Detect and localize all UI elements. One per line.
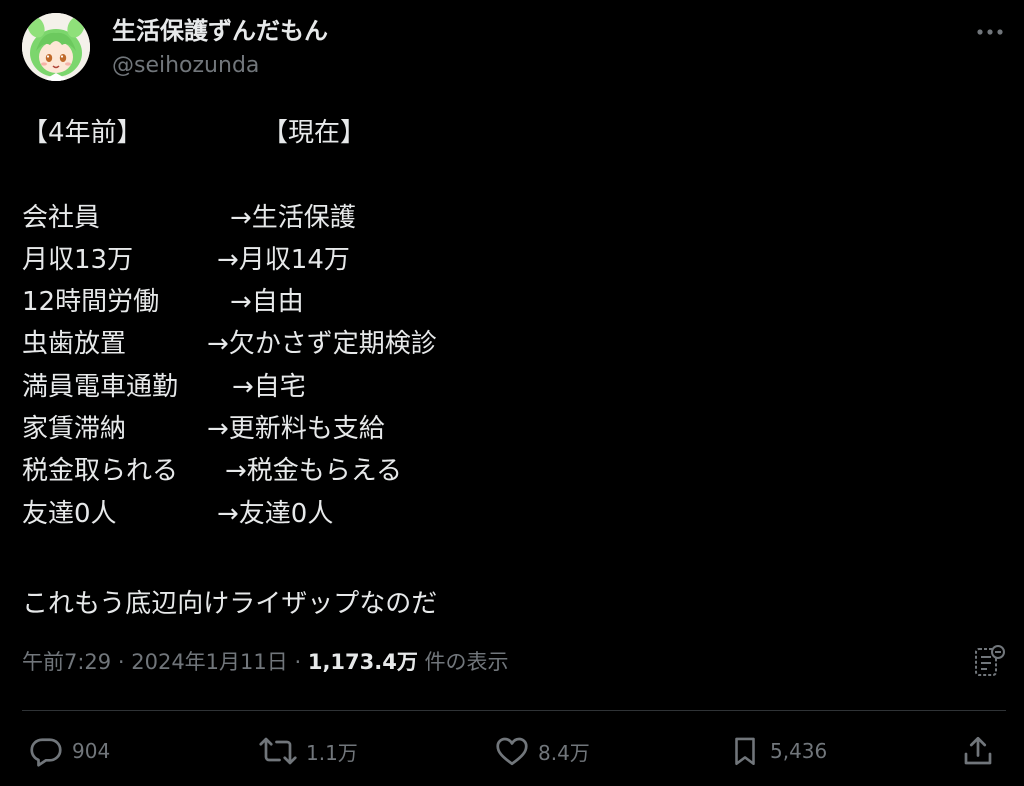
- repost-button[interactable]: 1.1万: [258, 728, 358, 774]
- row-after: →月収14万: [217, 244, 350, 275]
- views-count: 1,173.4万: [307, 650, 418, 674]
- repost-count: 1.1万: [306, 740, 358, 765]
- compare-row: 会社員 →生活保護: [22, 197, 982, 239]
- reply-button[interactable]: 904: [28, 728, 110, 774]
- analytics-icon: [975, 645, 1005, 676]
- header-after: 【現在】: [262, 118, 367, 148]
- compare-row: 虫歯放置 →欠かさず定期検診: [22, 323, 982, 365]
- analytics-button[interactable]: [971, 643, 1007, 679]
- reply-count: 904: [72, 739, 111, 763]
- bookmark-count: 5,436: [770, 739, 828, 763]
- author-handle[interactable]: @seihozunda: [112, 52, 259, 80]
- header-before: 【4年前】: [22, 118, 143, 148]
- row-after: →友達0人: [217, 498, 334, 529]
- row-before: 家賃滞納: [22, 414, 127, 445]
- like-button[interactable]: 8.4万: [494, 728, 590, 774]
- closing-line: これもう底辺向けライザップなのだ: [22, 583, 982, 625]
- row-before: 虫歯放置: [22, 329, 127, 360]
- meta-separator: ·: [117, 650, 125, 674]
- meta-separator: ·: [294, 650, 302, 674]
- row-before: 税金取られる: [22, 456, 179, 487]
- row-before: 12時間労働: [22, 287, 160, 318]
- row-after: →更新料も支給: [207, 414, 385, 445]
- compare-row: 友達0人 →友達0人: [22, 493, 982, 535]
- row-after: →欠かさず定期検診: [207, 329, 437, 360]
- row-before: 会社員: [22, 202, 101, 233]
- compare-row: 家賃滞納 →更新料も支給: [22, 408, 982, 450]
- compare-row: 12時間労働 →自由: [22, 281, 982, 323]
- row-after: →自宅: [232, 371, 306, 402]
- zundamon-avatar-icon: [22, 13, 90, 81]
- tweet: 生活保護ずんだもん @seihozunda 【4年前】 【現在】 会社員 →生活…: [0, 0, 1024, 786]
- bookmark-button[interactable]: 5,436: [728, 728, 827, 774]
- compare-row: 満員電車通勤 →自宅: [22, 366, 982, 408]
- row-before: 友達0人: [22, 498, 117, 529]
- repost-icon: [259, 737, 297, 765]
- post-meta: 午前7:29 · 2024年1月11日 · 1,173.4万 件の表示: [22, 647, 509, 677]
- views-label: 件の表示: [424, 650, 509, 674]
- action-bar: 904 1.1万 8.4万 5,436: [0, 728, 1024, 774]
- author-display-name[interactable]: 生活保護ずんだもん: [112, 16, 328, 46]
- row-before: 月収13万: [22, 244, 134, 275]
- avatar[interactable]: [22, 13, 90, 81]
- divider: [22, 710, 1006, 711]
- compare-row: 月収13万 →月収14万: [22, 239, 982, 281]
- post-header-row: 【4年前】 【現在】: [22, 112, 982, 154]
- row-after: →自由: [230, 287, 304, 318]
- share-icon: [964, 736, 992, 765]
- heart-icon: [496, 737, 528, 766]
- compare-row: 税金取られる →税金もらえる: [22, 450, 982, 492]
- post-text: 【4年前】 【現在】 会社員 →生活保護 月収13万 →月収14万 12時間労働…: [22, 112, 982, 626]
- like-count: 8.4万: [538, 740, 590, 765]
- bookmark-icon: [735, 737, 755, 766]
- closing-text: これもう底辺向けライザップなのだ: [22, 589, 438, 620]
- more-options-button[interactable]: [972, 20, 1008, 44]
- row-after: →税金もらえる: [225, 456, 403, 487]
- row-before: 満員電車通勤: [22, 371, 179, 402]
- post-date[interactable]: 2024年1月11日: [131, 650, 288, 674]
- share-button[interactable]: [960, 728, 996, 774]
- post-time[interactable]: 午前7:29: [22, 650, 111, 674]
- row-after: →生活保護: [230, 202, 356, 233]
- more-horizontal-icon: [977, 29, 1003, 35]
- reply-icon: [30, 738, 62, 767]
